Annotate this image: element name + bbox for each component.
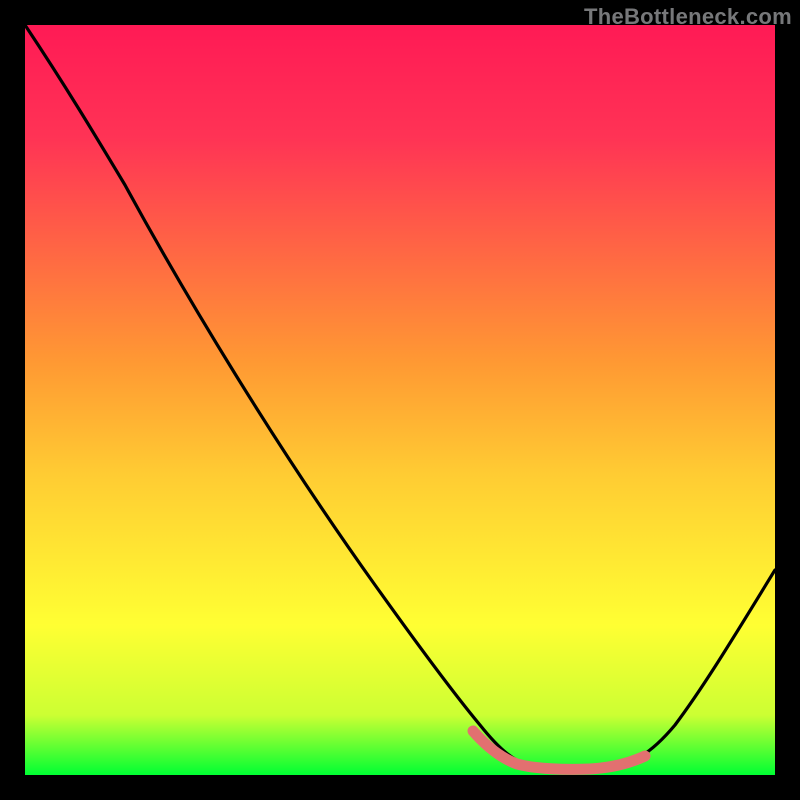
plot-area xyxy=(25,25,775,775)
watermark-label: TheBottleneck.com xyxy=(584,4,792,30)
curve-overlay xyxy=(25,25,775,775)
chart-frame: TheBottleneck.com xyxy=(0,0,800,800)
optimal-band xyxy=(473,731,645,769)
bottleneck-curve xyxy=(25,25,775,769)
